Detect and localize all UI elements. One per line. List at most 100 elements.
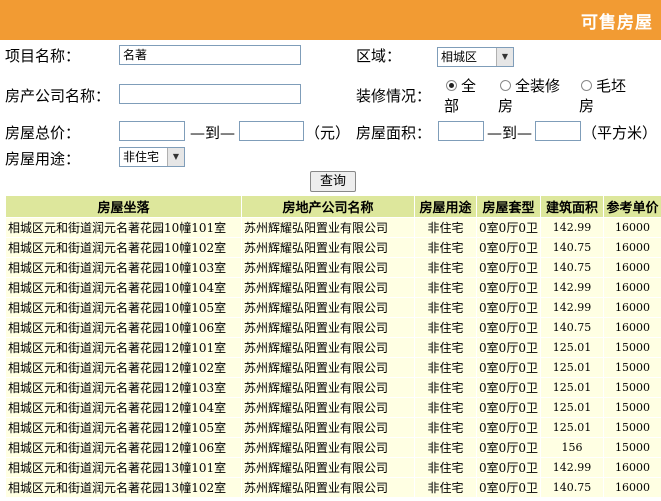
cell-area: 125.01: [540, 357, 604, 378]
cell-location[interactable]: 相城区元和街道润元名著花园12幢102室: [5, 357, 242, 378]
chevron-down-icon[interactable]: ▼: [496, 48, 513, 66]
table-row: 相城区元和街道润元名著花园12幢101室 苏州辉耀弘阳置业有限公司 非住宅 0室0厅0…: [5, 337, 661, 358]
company-label: 房产公司名称：: [5, 87, 111, 105]
company-input[interactable]: [119, 84, 301, 104]
cell-area: 140.75: [540, 257, 604, 278]
col-header-usage: 房屋用途: [414, 195, 477, 218]
cell-location[interactable]: 相城区元和街道润元名著花园12幢103室: [5, 377, 242, 398]
total-price-max-input[interactable]: [239, 121, 304, 141]
cell-usage: 非住宅: [414, 417, 477, 438]
cell-location[interactable]: 相城区元和街道润元名著花园10幢102室: [5, 237, 242, 258]
total-price-min-input[interactable]: [119, 121, 185, 141]
cell-area: 125.01: [540, 417, 604, 438]
cell-location[interactable]: 相城区元和街道润元名著花园10幢103室: [5, 257, 242, 278]
cell-price: 16000: [603, 217, 661, 238]
cell-area: 140.75: [540, 477, 604, 498]
cell-company: 苏州辉耀弘阳置业有限公司: [241, 437, 415, 458]
table-row: 相城区元和街道润元名著花园10幢104室 苏州辉耀弘阳置业有限公司 非住宅 0室0厅0…: [5, 277, 661, 298]
cell-layout: 0室0厅0卫: [476, 257, 541, 278]
cell-price: 15000: [603, 417, 661, 438]
cell-usage: 非住宅: [414, 277, 477, 298]
area-to: —到—: [487, 124, 533, 142]
cell-area: 125.01: [540, 377, 604, 398]
cell-usage: 非住宅: [414, 237, 477, 258]
cell-layout: 0室0厅0卫: [476, 457, 541, 478]
cell-area: 156: [540, 437, 604, 458]
cell-layout: 0室0厅0卫: [476, 437, 541, 458]
cell-location[interactable]: 相城区元和街道润元名著花园13幢102室: [5, 477, 242, 498]
cell-layout: 0室0厅0卫: [476, 297, 541, 318]
cell-price: 16000: [603, 257, 661, 278]
col-header-company: 房地产公司名称: [241, 195, 415, 218]
cell-usage: 非住宅: [414, 397, 477, 418]
region-label: 区域：: [356, 47, 402, 65]
area-max-input[interactable]: [535, 121, 581, 141]
cell-company: 苏州辉耀弘阳置业有限公司: [241, 417, 415, 438]
cell-location[interactable]: 相城区元和街道润元名著花园12幢106室: [5, 437, 242, 458]
cell-usage: 非住宅: [414, 257, 477, 278]
cell-layout: 0室0厅0卫: [476, 337, 541, 358]
table-row: 相城区元和街道润元名著花园10幢101室 苏州辉耀弘阳置业有限公司 非住宅 0室0厅0…: [5, 217, 661, 238]
chevron-down-icon[interactable]: ▼: [167, 148, 184, 166]
cell-area: 142.99: [540, 217, 604, 238]
cell-area: 142.99: [540, 297, 604, 318]
cell-layout: 0室0厅0卫: [476, 237, 541, 258]
table-row: 相城区元和街道润元名著花园12幢106室 苏州辉耀弘阳置业有限公司 非住宅 0室0厅0…: [5, 437, 661, 458]
decoration-radio-full[interactable]: [500, 80, 511, 91]
cell-usage: 非住宅: [414, 317, 477, 338]
region-select[interactable]: 相城区 ▼: [437, 47, 514, 67]
usage-select[interactable]: 非住宅 ▼: [119, 147, 185, 167]
search-button[interactable]: 查询: [310, 171, 356, 192]
cell-location[interactable]: 相城区元和街道润元名著花园12幢101室: [5, 337, 242, 358]
cell-company: 苏州辉耀弘阳置业有限公司: [241, 277, 415, 298]
cell-company: 苏州辉耀弘阳置业有限公司: [241, 297, 415, 318]
cell-company: 苏州辉耀弘阳置业有限公司: [241, 257, 415, 278]
cell-company: 苏州辉耀弘阳置业有限公司: [241, 377, 415, 398]
table-row: 相城区元和街道润元名著花园12幢105室 苏州辉耀弘阳置业有限公司 非住宅 0室0厅0…: [5, 417, 661, 438]
cell-area: 140.75: [540, 317, 604, 338]
cell-usage: 非住宅: [414, 357, 477, 378]
total-price-label: 房屋总价：: [5, 124, 81, 142]
cell-area: 142.99: [540, 277, 604, 298]
region-select-value: 相城区: [441, 50, 478, 64]
cell-usage: 非住宅: [414, 337, 477, 358]
cell-location[interactable]: 相城区元和街道润元名著花园13幢101室: [5, 457, 242, 478]
cell-price: 16000: [603, 277, 661, 298]
table-row: 相城区元和街道润元名著花园10幢106室 苏州辉耀弘阳置业有限公司 非住宅 0室0厅0…: [5, 317, 661, 338]
area-label: 房屋面积：: [356, 124, 432, 142]
results-table: 房屋坐落 房地产公司名称 房屋用途 房屋套型 建筑面积 参考单价 相城区元和街道…: [5, 195, 661, 498]
cell-price: 16000: [603, 477, 661, 498]
decoration-radio-rough[interactable]: [581, 80, 592, 91]
cell-location[interactable]: 相城区元和街道润元名著花园12幢105室: [5, 417, 242, 438]
cell-company: 苏州辉耀弘阳置业有限公司: [241, 217, 415, 238]
table-row: 相城区元和街道润元名著花园10幢103室 苏州辉耀弘阳置业有限公司 非住宅 0室0厅0…: [5, 257, 661, 278]
cell-location[interactable]: 相城区元和街道润元名著花园12幢104室: [5, 397, 242, 418]
cell-layout: 0室0厅0卫: [476, 317, 541, 338]
cell-location[interactable]: 相城区元和街道润元名著花园10幢104室: [5, 277, 242, 298]
table-row: 相城区元和街道润元名著花园12幢104室 苏州辉耀弘阳置业有限公司 非住宅 0室0厅0…: [5, 397, 661, 418]
cell-price: 15000: [603, 397, 661, 418]
cell-area: 125.01: [540, 337, 604, 358]
total-price-unit: （元）: [305, 124, 351, 142]
cell-price: 15000: [603, 337, 661, 358]
decoration-label: 装修情况：: [356, 87, 432, 105]
cell-price: 15000: [603, 377, 661, 398]
cell-price: 16000: [603, 457, 661, 478]
cell-price: 15000: [603, 357, 661, 378]
cell-layout: 0室0厅0卫: [476, 477, 541, 498]
cell-layout: 0室0厅0卫: [476, 217, 541, 238]
cell-location[interactable]: 相城区元和街道润元名著花园10幢106室: [5, 317, 242, 338]
col-header-location: 房屋坐落: [5, 195, 242, 218]
cell-layout: 0室0厅0卫: [476, 277, 541, 298]
decoration-radio-all[interactable]: [446, 80, 457, 91]
cell-company: 苏州辉耀弘阳置业有限公司: [241, 317, 415, 338]
usage-label: 房屋用途：: [5, 150, 81, 168]
cell-company: 苏州辉耀弘阳置业有限公司: [241, 477, 415, 498]
table-row: 相城区元和街道润元名著花园13幢101室 苏州辉耀弘阳置业有限公司 非住宅 0室0厅0…: [5, 457, 661, 478]
table-header-row: 房屋坐落 房地产公司名称 房屋用途 房屋套型 建筑面积 参考单价: [5, 195, 661, 218]
cell-location[interactable]: 相城区元和街道润元名著花园10幢101室: [5, 217, 242, 238]
area-min-input[interactable]: [438, 121, 484, 141]
cell-location[interactable]: 相城区元和街道润元名著花园10幢105室: [5, 297, 242, 318]
project-name-input[interactable]: 名著: [119, 45, 301, 65]
area-unit: （平方米）: [582, 124, 658, 142]
